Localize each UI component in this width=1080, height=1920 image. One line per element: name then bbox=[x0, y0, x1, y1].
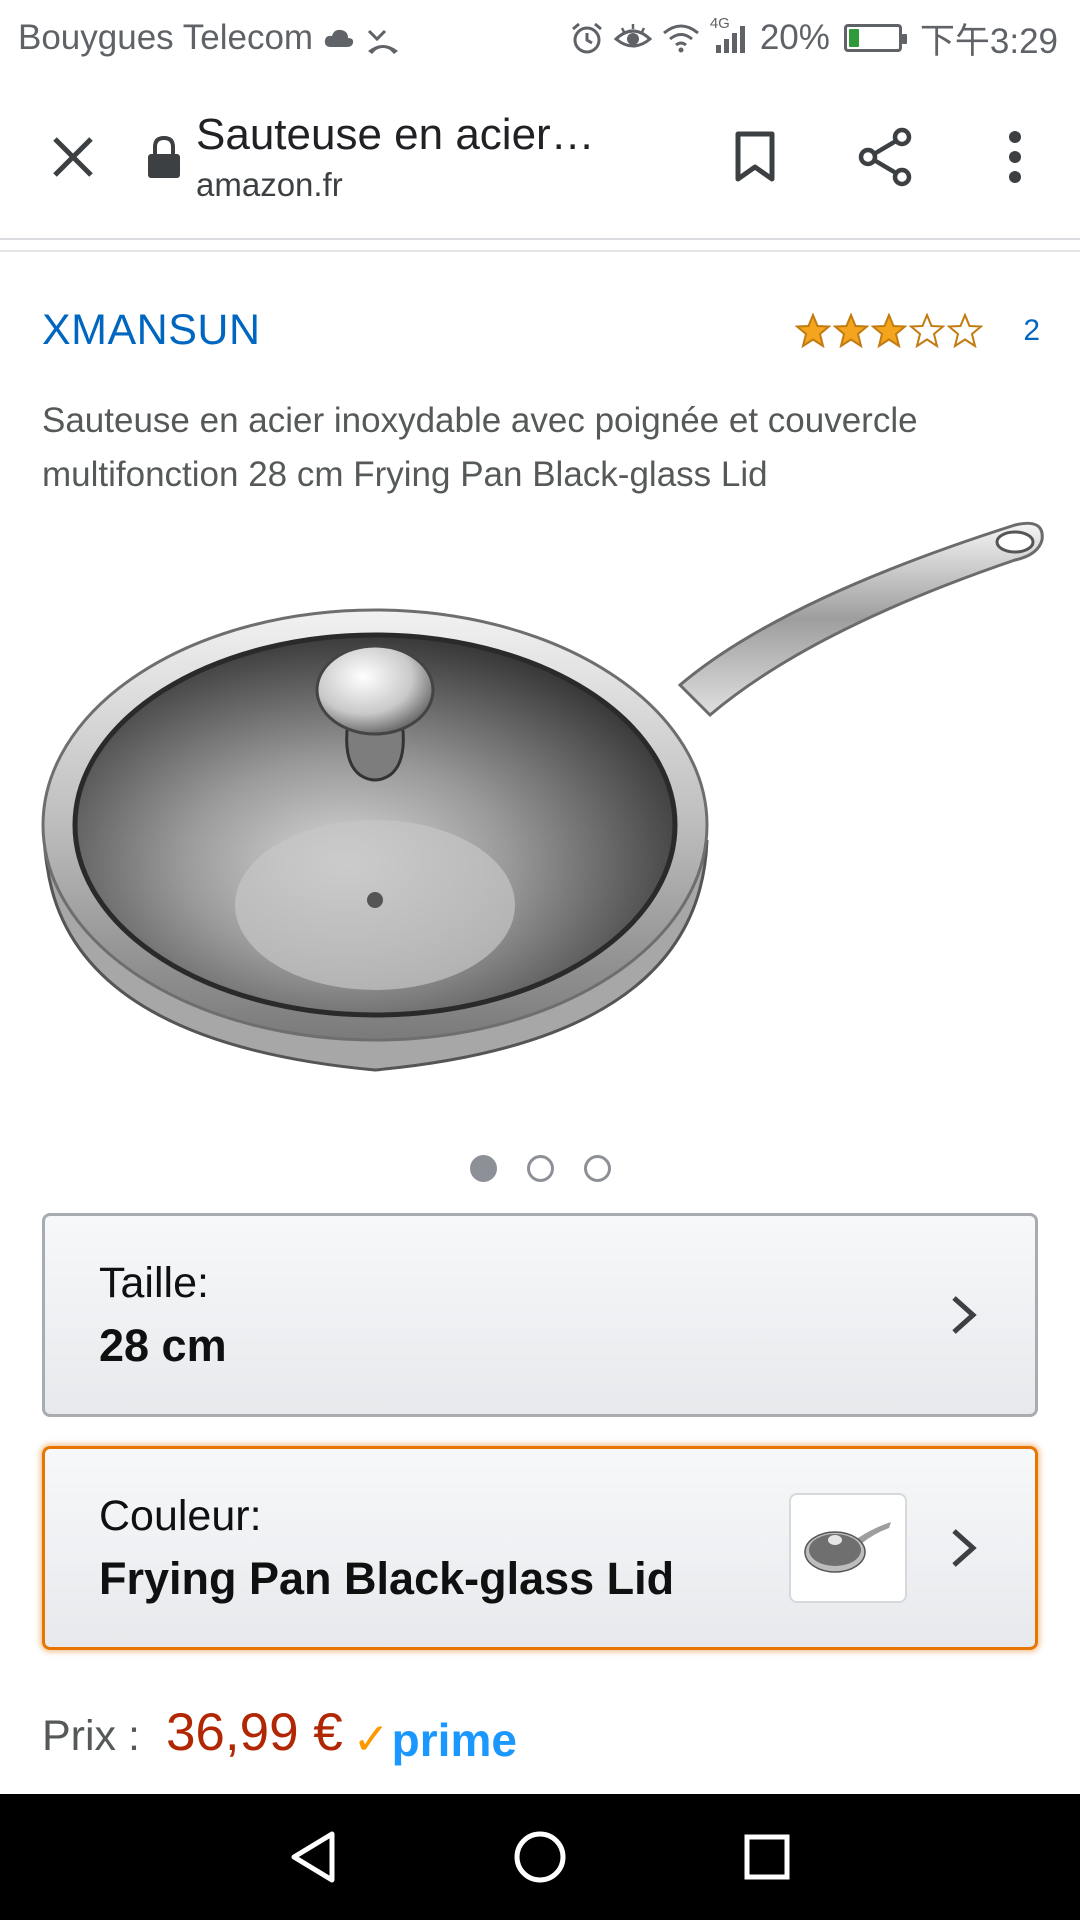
prime-label: prime bbox=[391, 1713, 517, 1766]
price-value: 36,99 € bbox=[165, 1703, 343, 1762]
size-label: Taille: bbox=[99, 1258, 209, 1307]
product-image[interactable] bbox=[20, 510, 1060, 1100]
color-value: Frying Pan Black-glass Lid bbox=[99, 1552, 675, 1604]
star-empty-icon bbox=[947, 312, 984, 348]
lock-icon[interactable] bbox=[146, 134, 182, 180]
star-rating bbox=[795, 312, 984, 349]
recents-button[interactable] bbox=[722, 1812, 812, 1902]
network-type: 4G bbox=[709, 15, 730, 32]
color-selector-text: Couleur: Frying Pan Black-glass Lid bbox=[99, 1492, 789, 1605]
carrier-name: Bouygues Telecom bbox=[18, 18, 314, 57]
more-vert-icon bbox=[1009, 131, 1021, 183]
alarm-icon bbox=[570, 21, 604, 55]
status-right: 4G 20% 下午3:29 bbox=[570, 13, 1058, 64]
prime-badge: ✓ prime bbox=[353, 1713, 517, 1767]
wifi-icon bbox=[662, 23, 700, 53]
chevron-right-icon bbox=[947, 1526, 981, 1570]
page-url: amazon.fr bbox=[196, 166, 343, 203]
title-block[interactable]: Sauteuse en acier… amazon.fr bbox=[196, 110, 690, 204]
status-bar: Bouygues Telecom 4G 20% 下午3:29 bbox=[0, 0, 1080, 76]
battery-icon bbox=[843, 24, 907, 52]
bookmark-icon bbox=[735, 131, 775, 182]
pagination-dot[interactable] bbox=[526, 1155, 554, 1182]
divider bbox=[0, 250, 1080, 252]
star-empty-icon bbox=[909, 312, 946, 348]
more-options-button[interactable] bbox=[950, 75, 1080, 239]
brand-link[interactable]: XMANSUN bbox=[42, 306, 261, 355]
clock: 下午3:29 bbox=[919, 21, 1058, 61]
star-filled-icon bbox=[833, 312, 870, 348]
back-icon bbox=[291, 1831, 335, 1883]
signal-icon: 4G bbox=[710, 15, 750, 53]
size-selector[interactable]: Taille: 28 cm bbox=[42, 1213, 1038, 1417]
color-label: Couleur: bbox=[99, 1491, 262, 1540]
size-selector-text: Taille: 28 cm bbox=[99, 1259, 947, 1372]
brand-row: XMANSUN 2 bbox=[42, 306, 1040, 355]
home-button[interactable] bbox=[495, 1812, 585, 1902]
color-selector[interactable]: Couleur: Frying Pan Black-glass Lid bbox=[42, 1446, 1038, 1650]
price-label: Prix : bbox=[42, 1712, 140, 1760]
page-title: Sauteuse en acier… bbox=[196, 110, 595, 159]
battery-fill bbox=[848, 29, 860, 47]
price-row: Prix : 36,99 € ✓ prime bbox=[42, 1702, 517, 1766]
pagination-dot[interactable] bbox=[469, 1155, 497, 1182]
eye-icon bbox=[613, 23, 652, 53]
missed-call-icon bbox=[365, 21, 401, 55]
share-icon bbox=[858, 127, 912, 187]
image-pagination bbox=[0, 1155, 1080, 1182]
recents-icon bbox=[744, 1834, 790, 1880]
chevron-right-icon bbox=[947, 1293, 981, 1337]
bookmark-button[interactable] bbox=[690, 75, 820, 239]
star-filled-icon bbox=[795, 312, 832, 348]
star-filled-icon bbox=[871, 312, 908, 348]
rating-count[interactable]: 2 bbox=[1023, 314, 1040, 348]
product-title: Sauteuse en acier inoxydable avec poigné… bbox=[42, 401, 918, 494]
close-icon bbox=[53, 137, 93, 177]
size-value: 28 cm bbox=[99, 1319, 227, 1371]
system-nav-bar bbox=[0, 1794, 1080, 1920]
share-button[interactable] bbox=[820, 75, 950, 239]
back-button[interactable] bbox=[268, 1812, 358, 1902]
rating[interactable]: 2 bbox=[795, 312, 1040, 349]
prime-check-icon: ✓ bbox=[352, 1715, 390, 1764]
color-thumbnail bbox=[789, 1493, 907, 1603]
close-button[interactable] bbox=[0, 75, 146, 239]
home-icon bbox=[514, 1831, 566, 1883]
status-left: Bouygues Telecom bbox=[18, 18, 401, 58]
cloud-icon bbox=[323, 27, 355, 49]
pagination-dot[interactable] bbox=[583, 1155, 611, 1182]
battery-percent: 20% bbox=[759, 18, 830, 57]
browser-toolbar: Sauteuse en acier… amazon.fr bbox=[0, 76, 1080, 240]
